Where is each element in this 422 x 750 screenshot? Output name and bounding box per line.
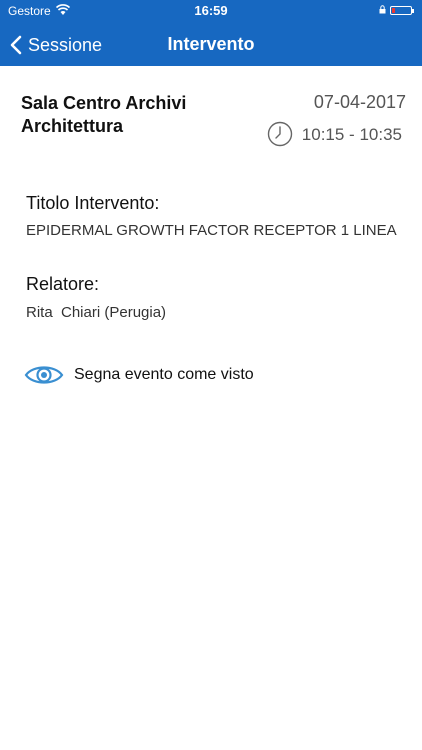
page-title: Intervento [167, 34, 255, 54]
status-time: 16:59 [194, 3, 228, 18]
talk-title-label: Titolo Intervento: [26, 193, 160, 213]
battery-icon [390, 6, 414, 15]
room-name: Sala Centro Archivi Architettura [21, 93, 187, 136]
event-date: 07-04-2017 [313, 92, 406, 112]
speaker-value: Rita Chiari (Perugia) [26, 304, 167, 321]
speaker-label: Relatore: [26, 274, 100, 294]
clock-icon [267, 121, 293, 147]
navigation-header: Gestore 16:59 Sessione Intervento [0, 0, 422, 66]
mark-as-seen-button[interactable]: Segna evento come visto [24, 361, 254, 389]
eye-icon [24, 366, 64, 384]
status-bar: Gestore 16:59 [0, 0, 422, 22]
event-time: 10:15 - 10:35 [301, 125, 402, 144]
lock-icon [379, 5, 386, 14]
mark-as-seen-label: Segna evento come visto [74, 366, 254, 383]
battery-level [392, 8, 395, 13]
talk-title-value: EPIDERMAL GROWTH FACTOR RECEPTOR 1 LINEA [26, 222, 397, 239]
